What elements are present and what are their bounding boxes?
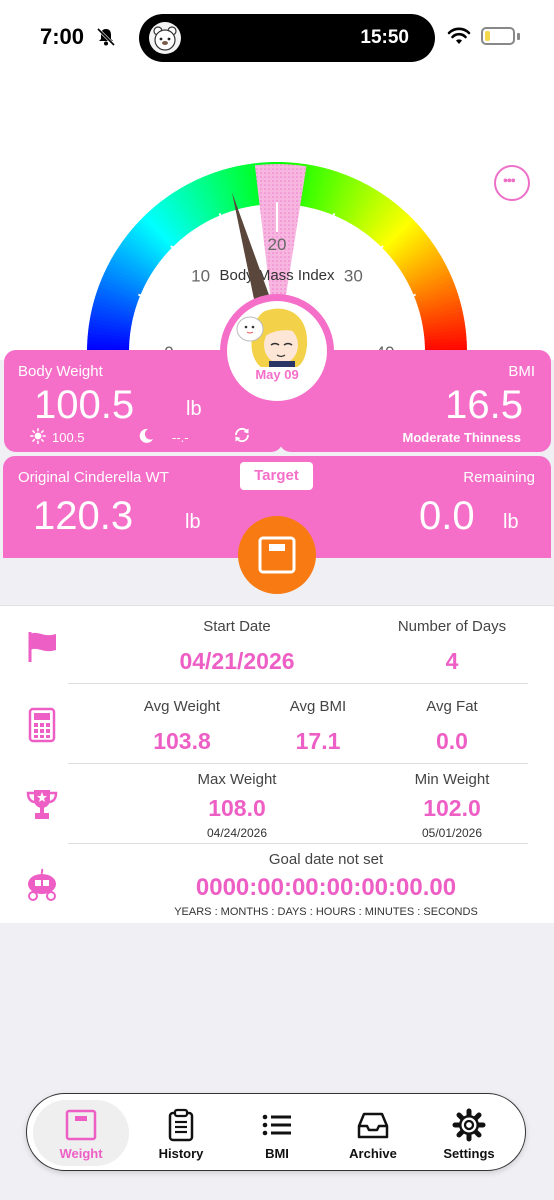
flag-icon [28,632,56,662]
tab-history[interactable]: History [133,1100,229,1166]
start-date-value: 04/21/2026 [179,648,295,674]
avg-fat-label: Avg Fat [426,698,478,715]
avg-weight-label: Avg Weight [143,698,221,715]
bmi-category: Moderate Thinness [402,430,521,445]
tab-archive[interactable]: Archive [325,1100,421,1166]
gauge-tick [218,213,229,233]
target-value: 120.3 [33,494,134,538]
max-weight-label: Max Weight [197,771,277,788]
remaining-label: Remaining [463,469,535,486]
gauge-tick [361,245,384,268]
list-icon [262,1114,291,1136]
avg-fat-value: 0.0 [436,728,468,754]
min-weight-date: 05/01/2026 [421,826,483,840]
avatar-date: May 09 [255,367,299,382]
target-label: Original Cinderella WT [18,469,169,486]
tab-history-label: History [158,1146,204,1161]
avg-bmi-label: Avg BMI [289,698,347,715]
more-options-button[interactable] [494,165,530,201]
max-weight-date: 04/24/2026 [206,826,268,840]
gauge-tick [170,245,193,268]
min-weight-label: Min Weight [414,771,490,788]
countdown-units: YEARS : MONTHS : DAYS : HOURS : MINUTES … [174,906,478,918]
trophy-icon [26,790,58,819]
gear-icon [452,1108,486,1142]
stats-panel: Start Date 04/21/2026 Number of Days 4 A… [0,605,554,923]
moon-icon [139,428,153,443]
gauge-tick-label: 20 [268,235,287,254]
scale-icon [258,536,296,574]
sun-icon [30,428,46,444]
tab-weight-label: Weight [59,1146,103,1161]
sync-icon[interactable] [233,426,251,444]
goal-label: Goal date not set [268,851,384,868]
target-unit: lb [185,511,201,533]
body-weight-unit: lb [186,398,202,420]
scale-icon [65,1109,97,1141]
min-weight-value: 102.0 [423,795,481,821]
gauge-tick [396,293,416,304]
days-value: 4 [445,648,459,674]
tab-bar: Weight History BMI Archive Settings [26,1093,526,1171]
tab-archive-label: Archive [349,1146,397,1161]
gauge-tick-label: 30 [344,267,363,286]
max-weight-value: 108.0 [208,795,266,821]
tab-bmi[interactable]: BMI [229,1100,325,1166]
tab-settings[interactable]: Settings [421,1100,517,1166]
avg-weight-value: 103.8 [153,728,211,754]
pumpkin-carriage-icon [28,868,56,901]
remaining-value: 0.0 [419,494,475,538]
avatar-character-icon [236,308,308,367]
night-weight: --.- [172,430,189,445]
tray-icon [357,1112,389,1139]
calculator-icon [28,707,56,743]
tab-weight[interactable]: Weight [33,1100,129,1166]
gauge-title: Body Mass Index [219,267,335,284]
gauge-tick-label: 10 [191,267,210,286]
avg-bmi-value: 17.1 [295,728,341,754]
remaining-unit: lb [503,511,519,533]
start-date-label: Start Date [203,618,271,635]
gauge-tick [138,293,158,304]
bmi-label: BMI [508,363,535,380]
avatar[interactable]: May 09 [220,294,334,408]
target-button[interactable]: Target [240,462,313,490]
countdown-value: 0000:00:00:00:00:00.00 [195,874,457,901]
body-weight-value: 100.5 [34,383,135,427]
tab-settings-label: Settings [443,1146,495,1161]
gauge-tick [325,213,336,233]
body-weight-label: Body Weight [18,363,103,380]
weigh-in-button[interactable] [238,516,316,594]
morning-weight: 100.5 [52,430,85,445]
bmi-value: 16.5 [445,383,523,427]
days-label: Number of Days [397,618,507,635]
tab-bmi-label: BMI [265,1146,289,1161]
clipboard-icon [168,1108,194,1142]
